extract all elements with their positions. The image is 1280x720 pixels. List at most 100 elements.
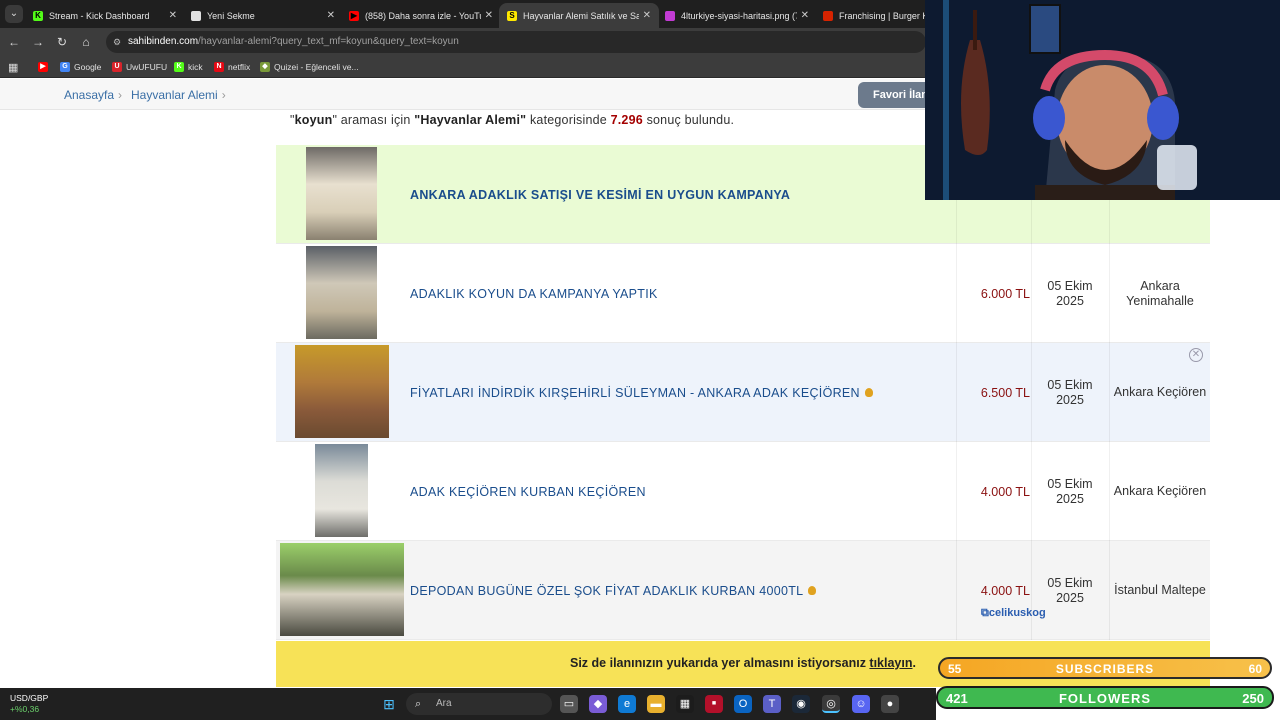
- browser-tab[interactable]: S Hayvanlar Alemi Satılık ve Sahip ✕: [499, 3, 659, 28]
- webcam-overlay: [925, 0, 1280, 200]
- windows-taskbar: USD/GBP +%0,36 ⊞ ⌕ Ara ▭ ◆ e ▬ ▦ ■ O T ◉ …: [0, 688, 936, 720]
- screen: ⌄ K Stream - Kick Dashboard ✕ Yeni Sekme ✕ ▶ (…: [0, 0, 1280, 720]
- bookmark-icon: G: [60, 62, 70, 72]
- listing-row[interactable]: FİYATLARI İNDİRDİK KIRŞEHİRLİ SÜLEYMAN -…: [276, 343, 1210, 442]
- listing-price: 6.500 TL: [980, 385, 1030, 400]
- bookmark-item[interactable]: Nnetflix: [214, 60, 250, 74]
- listing-row[interactable]: ADAK KEÇİÖREN KURBAN KEÇİÖREN 4.000 TL 05 …: [276, 442, 1210, 541]
- chrome-icon[interactable]: ◎: [822, 695, 840, 713]
- listing-row[interactable]: DEPODAN BUGÜNE ÖZEL ŞOK FİYAT ADAKLIK KU…: [276, 541, 1210, 640]
- file-explorer-icon[interactable]: ▬: [647, 695, 665, 713]
- copilot-icon[interactable]: ◆: [589, 695, 607, 713]
- listing-title[interactable]: ANKARA ADAKLIK SATIŞI VE KESİMİ EN UYGUN…: [410, 145, 790, 244]
- forward-icon[interactable]: →: [30, 34, 46, 50]
- tab-close-icon[interactable]: ✕: [169, 10, 177, 21]
- column-divider: [956, 244, 957, 343]
- tab-favicon-icon: [191, 10, 201, 21]
- task-view-icon[interactable]: ▭: [560, 695, 578, 713]
- featured-badge-icon: [808, 586, 817, 595]
- address-domain: sahibinden.com: [128, 36, 199, 47]
- app-icon[interactable]: ■: [705, 695, 723, 713]
- tab-label: (858) Daha sonra izle - YouTube: [365, 10, 481, 21]
- webcam-image: [925, 0, 1280, 200]
- teams-icon[interactable]: T: [763, 695, 781, 713]
- bookmark-item[interactable]: ▶: [38, 60, 52, 74]
- followers-goal-bar: 421 FOLLOWERS 250: [936, 686, 1274, 709]
- tab-close-icon[interactable]: ✕: [801, 10, 809, 21]
- listing-date: 05 Ekim 2025: [1047, 575, 1093, 605]
- tab-favicon-icon: [665, 10, 675, 21]
- tab-close-icon[interactable]: ✕: [327, 10, 335, 21]
- listing-title[interactable]: DEPODAN BUGÜNE ÖZEL ŞOK FİYAT ADAKLIK KU…: [410, 541, 817, 640]
- featured-badge-icon: [864, 388, 873, 397]
- edge-icon[interactable]: e: [618, 695, 636, 713]
- listing-price: 4.000 TL: [980, 484, 1030, 499]
- bookmark-icon: U: [112, 62, 122, 72]
- bookmark-label: netflix: [228, 62, 251, 72]
- bookmark-item[interactable]: ◆ Quizei - Eğlenceli ve...: [260, 60, 359, 74]
- bookmark-item[interactable]: G Google: [60, 60, 101, 74]
- outlook-icon[interactable]: O: [734, 695, 752, 713]
- breadcrumb-home[interactable]: Anasayfa ›: [64, 88, 122, 102]
- tab-label: Yeni Sekme: [207, 10, 255, 21]
- store-icon[interactable]: ▦: [676, 695, 694, 713]
- listing-title[interactable]: FİYATLARI İNDİRDİK KIRŞEHİRLİ SÜLEYMAN -…: [410, 343, 873, 442]
- promo-link[interactable]: tıklayın: [869, 656, 912, 670]
- tab-close-icon[interactable]: ✕: [643, 10, 651, 21]
- tab-close-icon[interactable]: ✕: [485, 10, 493, 21]
- column-divider: [956, 343, 957, 442]
- bookmark-label: kick: [188, 62, 203, 72]
- back-icon[interactable]: ←: [6, 34, 22, 50]
- bookmark-icon: N: [214, 62, 224, 72]
- listing-price: 4.000 TL: [980, 583, 1030, 598]
- bookmark-item[interactable]: Kkick: [174, 60, 203, 74]
- listing-title[interactable]: ADAKLIK KOYUN DA KAMPANYA YAPTIK: [410, 244, 658, 343]
- tab-search-icon[interactable]: ⌄: [5, 5, 23, 23]
- apps-icon[interactable]: ▦: [8, 60, 18, 74]
- listing-location: Ankara Keçiören: [1113, 484, 1207, 498]
- bookmark-icon: K: [174, 62, 184, 72]
- listing-thumbnail[interactable]: [306, 147, 377, 240]
- browser-tab[interactable]: K Stream - Kick Dashboard ✕: [25, 3, 185, 28]
- browser-tab[interactable]: 4lturkiye-siyasi-haritasi.png (77 ✕: [657, 3, 817, 28]
- bookmark-item[interactable]: U UwUFUFU: [112, 60, 167, 74]
- tab-favicon-icon: [823, 10, 833, 21]
- steam-icon[interactable]: ◉: [792, 695, 810, 713]
- site-info-icon[interactable]: ⚙: [113, 31, 121, 53]
- listing-row[interactable]: ADAKLIK KOYUN DA KAMPANYA YAPTIK 6.000 TL…: [276, 244, 1210, 343]
- listing-thumbnail[interactable]: [280, 543, 404, 636]
- listing-date: 05 Ekim 2025: [1047, 476, 1093, 506]
- discord-icon[interactable]: ☺: [852, 695, 870, 713]
- obs-icon[interactable]: ●: [881, 695, 899, 713]
- subscribers-goal-bar: 55 SUBSCRIBERS 60: [938, 657, 1272, 679]
- listing-thumbnail[interactable]: [295, 345, 389, 438]
- hide-listing-icon[interactable]: ✕: [1189, 348, 1203, 362]
- breadcrumb-category[interactable]: Hayvanlar Alemi ›: [131, 88, 226, 102]
- tab-label: Hayvanlar Alemi Satılık ve Sahip: [523, 10, 639, 21]
- listing-price: 6.000 TL: [980, 286, 1030, 301]
- column-divider: [956, 442, 957, 541]
- bookmark-icon: ▶: [38, 62, 48, 72]
- tab-favicon-icon: K: [33, 10, 43, 21]
- search-icon: ⌕: [415, 698, 422, 710]
- start-icon[interactable]: ⊞: [380, 695, 398, 713]
- tab-label: 4lturkiye-siyasi-haritasi.png (77: [681, 10, 797, 21]
- bookmark-label: UwUFUFU: [126, 62, 168, 72]
- address-bar[interactable]: ⚙ sahibinden.com/hayvanlar-alemi?query_t…: [106, 31, 926, 53]
- address-path: /hayvanlar-alemi?query_text_mf=koyun&que…: [198, 36, 459, 47]
- listing-thumbnail[interactable]: [315, 444, 368, 537]
- browser-tab[interactable]: Yeni Sekme ✕: [183, 3, 343, 28]
- taskbar-search[interactable]: ⌕ Ara: [406, 693, 552, 715]
- tab-favicon-icon: ▶: [349, 10, 359, 21]
- streamer-username: ⧉celikuskog: [981, 607, 1046, 619]
- reload-icon[interactable]: ↻: [54, 34, 70, 50]
- listing-date: 05 Ekim 2025: [1047, 377, 1093, 407]
- search-summary: "koyun" araması için "Hayvanlar Alemi" k…: [290, 113, 735, 127]
- browser-tab[interactable]: ▶ (858) Daha sonra izle - YouTube ✕: [341, 3, 501, 28]
- stock-ticker-widget[interactable]: USD/GBP +%0,36: [10, 693, 48, 715]
- listing-title[interactable]: ADAK KEÇİÖREN KURBAN KEÇİÖREN: [410, 442, 646, 541]
- tab-label: Stream - Kick Dashboard: [49, 10, 150, 21]
- bookmark-icon: ◆: [260, 62, 270, 72]
- listing-thumbnail[interactable]: [306, 246, 377, 339]
- home-icon[interactable]: ⌂: [78, 34, 94, 50]
